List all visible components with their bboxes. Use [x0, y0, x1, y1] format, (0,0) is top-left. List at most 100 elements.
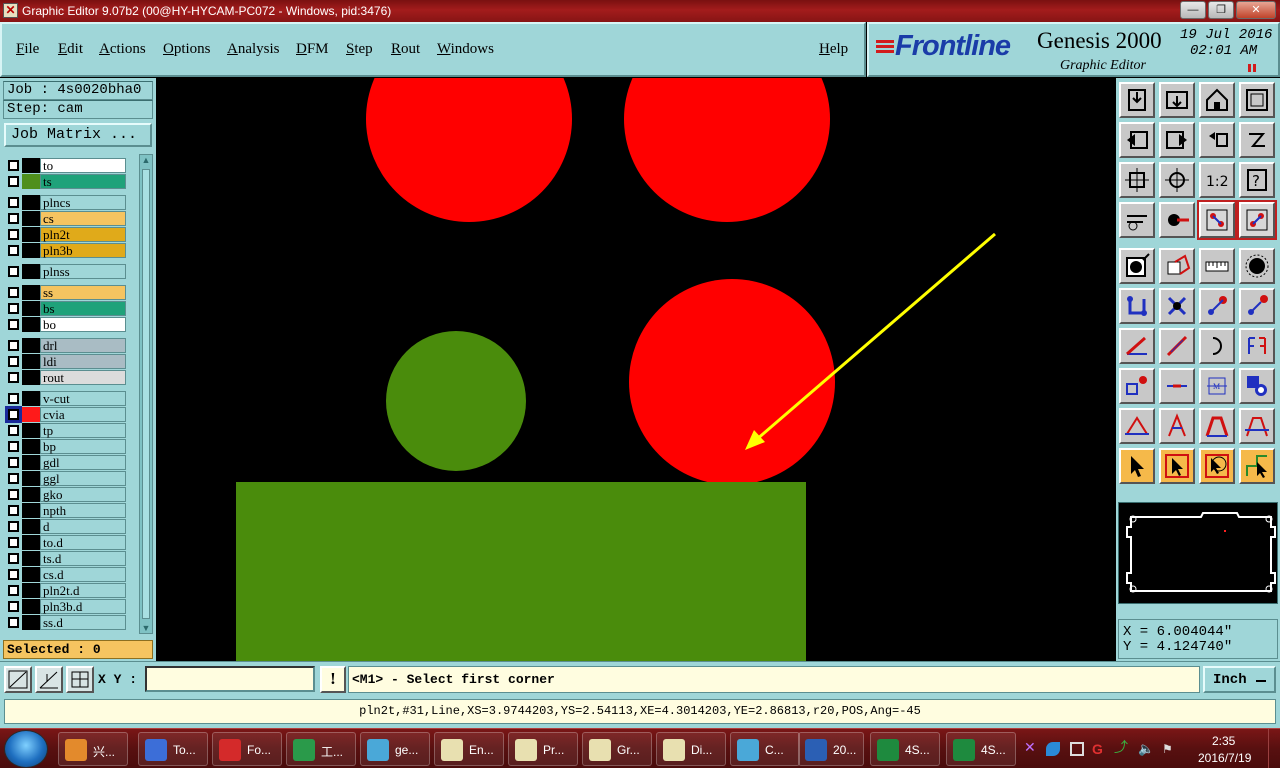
overview-map[interactable]	[1118, 502, 1278, 604]
layer-row[interactable]: cs	[3, 211, 127, 226]
layer-affected-checkbox[interactable]	[5, 406, 22, 423]
snap-angle-icon[interactable]	[35, 666, 63, 693]
redraw-icon[interactable]	[1239, 122, 1275, 158]
layer-display-swatch[interactable]	[22, 370, 40, 385]
layer-display-swatch[interactable]	[22, 615, 40, 630]
connect-nodes-icon[interactable]	[1119, 288, 1155, 324]
snapshot-icon[interactable]	[1119, 82, 1155, 118]
taskbar-item[interactable]: Gr...	[582, 732, 652, 766]
layer-name[interactable]: to	[40, 158, 126, 173]
taskbar-item[interactable]: 工...	[286, 732, 356, 766]
layer-affected-checkbox[interactable]	[8, 521, 19, 532]
tray-network-icon[interactable]	[1070, 742, 1084, 756]
layer-name[interactable]: npth	[40, 503, 126, 518]
zoom-fit-icon[interactable]	[1119, 162, 1155, 198]
layer-affected-checkbox[interactable]	[8, 617, 19, 628]
tray-g-icon[interactable]: G	[1092, 742, 1106, 756]
layer-display-swatch[interactable]	[22, 439, 40, 454]
polygon-up-icon[interactable]	[1159, 408, 1195, 444]
layer-row[interactable]: ts	[3, 174, 127, 189]
layer-name[interactable]: cs	[40, 211, 126, 226]
layer-row[interactable]: pln2t.d	[3, 583, 127, 598]
layer-scrollbar[interactable]: ▲ ▼	[139, 154, 153, 634]
layer-display-swatch[interactable]	[22, 211, 40, 226]
layer-affected-checkbox[interactable]	[8, 229, 19, 240]
layer-row[interactable]: cs.d	[3, 567, 127, 582]
layer-display-swatch[interactable]	[22, 317, 40, 332]
layer-display-swatch[interactable]	[22, 264, 40, 279]
layer-name[interactable]: plncs	[40, 195, 126, 210]
arc-icon[interactable]	[1199, 328, 1235, 364]
layer-name[interactable]: cs.d	[40, 567, 126, 582]
layer-row[interactable]: bp	[3, 439, 127, 454]
rotate-select-icon[interactable]	[1199, 448, 1235, 484]
minimize-button[interactable]: —	[1180, 1, 1206, 19]
pan-left-icon[interactable]	[1119, 122, 1155, 158]
menu-edit[interactable]: Edit	[58, 41, 83, 58]
scale-1-2-icon[interactable]: 1:2	[1199, 162, 1235, 198]
layer-affected-checkbox[interactable]	[8, 319, 19, 330]
layer-affected-checkbox[interactable]	[8, 457, 19, 468]
layer-affected-checkbox[interactable]	[8, 489, 19, 500]
layer-row[interactable]: ggl	[3, 471, 127, 486]
layer-name[interactable]: drl	[40, 338, 126, 353]
layer-name[interactable]: tp	[40, 423, 126, 438]
layer-row[interactable]: bo	[3, 317, 127, 332]
layer-display-swatch[interactable]	[22, 174, 40, 189]
layer-affected-checkbox[interactable]	[8, 213, 19, 224]
layer-row[interactable]: to	[3, 158, 127, 173]
layer-name[interactable]: to.d	[40, 535, 126, 550]
scroll-thumb[interactable]	[142, 169, 150, 619]
scroll-up-icon[interactable]: ▲	[141, 155, 151, 165]
taskbar-item[interactable]: Pr...	[508, 732, 578, 766]
taskbar-item[interactable]: Fo...	[212, 732, 282, 766]
layer-row[interactable]: tp	[3, 423, 127, 438]
layer-display-swatch[interactable]	[22, 391, 40, 406]
layer-row[interactable]: ldi	[3, 354, 127, 369]
select-arrow-icon[interactable]	[1119, 448, 1155, 484]
layer-name[interactable]: d	[40, 519, 126, 534]
layer-affected-checkbox[interactable]	[8, 372, 19, 383]
layer-affected-checkbox[interactable]	[8, 160, 19, 171]
red-pad-top-left[interactable]	[366, 78, 572, 222]
layer-display-swatch[interactable]	[22, 599, 40, 614]
tray-feather-icon[interactable]	[1046, 742, 1060, 756]
layer-affected-checkbox[interactable]	[8, 473, 19, 484]
graphic-canvas[interactable]	[157, 78, 1116, 661]
taskbar-item[interactable]: 20...	[798, 732, 864, 766]
red-pad-center[interactable]	[629, 279, 835, 485]
layer-display-swatch[interactable]	[22, 567, 40, 582]
layer-affected-checkbox[interactable]	[8, 569, 19, 580]
layer-display-swatch[interactable]	[22, 243, 40, 258]
zoom-center-icon[interactable]	[1159, 162, 1195, 198]
layer-display-swatch[interactable]	[22, 503, 40, 518]
layer-display-swatch[interactable]	[22, 551, 40, 566]
layer-display-swatch[interactable]	[22, 285, 40, 300]
point-select-alt-icon[interactable]	[1239, 288, 1275, 324]
layer-display-swatch[interactable]	[22, 535, 40, 550]
ruler-icon[interactable]	[1199, 248, 1235, 284]
taskbar-item[interactable]: 兴...	[58, 732, 128, 766]
layer-name[interactable]: pln2t.d	[40, 583, 126, 598]
layer-row[interactable]: bs	[3, 301, 127, 316]
menu-file[interactable]: File	[16, 41, 39, 58]
layer-row[interactable]: plnss	[3, 264, 127, 279]
close-button[interactable]: ✕	[1236, 1, 1276, 19]
diag-line-icon[interactable]	[1159, 328, 1195, 364]
layer-row[interactable]: v-cut	[3, 391, 127, 406]
layer-row[interactable]: npth	[3, 503, 127, 518]
layer-name[interactable]: pln2t	[40, 227, 126, 242]
triangle-icon[interactable]	[1119, 408, 1155, 444]
layer-name[interactable]: ldi	[40, 354, 126, 369]
taskbar-item[interactable]: En...	[434, 732, 504, 766]
segment-icon[interactable]	[1159, 368, 1195, 404]
layer-name[interactable]: pln3b	[40, 243, 126, 258]
layer-row[interactable]: cvia	[3, 406, 127, 423]
mirror-f-icon[interactable]	[1239, 328, 1275, 364]
select-frame-icon[interactable]	[1159, 448, 1195, 484]
start-button[interactable]	[4, 730, 48, 768]
cross-icon[interactable]	[1159, 288, 1195, 324]
probe-icon[interactable]	[1159, 202, 1195, 238]
help-icon[interactable]: ?	[1239, 162, 1275, 198]
taskbar-item[interactable]: 4S...	[870, 732, 940, 766]
